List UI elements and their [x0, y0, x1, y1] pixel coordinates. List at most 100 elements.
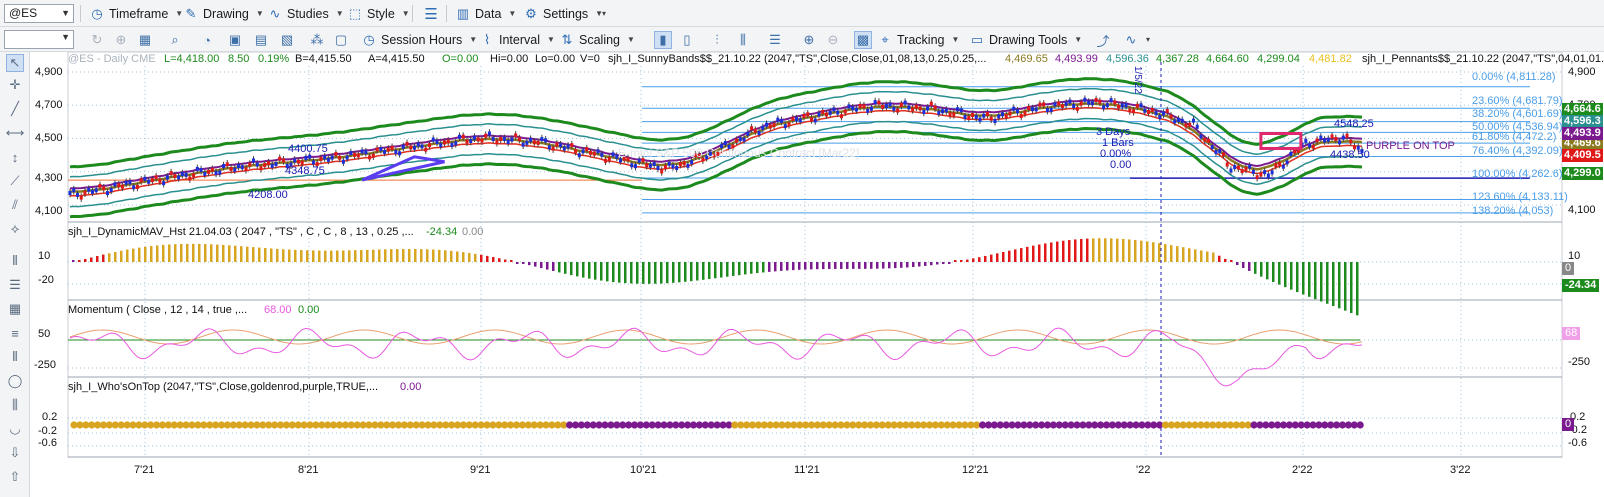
- bar-style-icon[interactable]: ⫶: [708, 31, 726, 49]
- candle-body: [1165, 108, 1169, 113]
- pointer-icon[interactable]: ↖: [6, 54, 24, 72]
- price-annotation: 4548.25: [1334, 118, 1374, 130]
- candle-body: [1319, 135, 1323, 140]
- candle-body: [892, 106, 896, 111]
- dmav-bar: [684, 262, 687, 282]
- dmav-bar: [678, 262, 681, 283]
- zoom-in-icon[interactable]: ⊕: [800, 31, 818, 49]
- pencil-icon: ✎: [185, 5, 197, 21]
- dmav-bar: [1074, 239, 1077, 262]
- price-tick: 4,500: [35, 132, 63, 144]
- candle-body: [881, 104, 885, 109]
- window-icon[interactable]: ▢: [332, 31, 350, 49]
- fib-ext-icon[interactable]: ☰: [6, 276, 24, 294]
- fib-icon[interactable]: ⦀: [6, 252, 24, 270]
- gauge-icon[interactable]: ◔: [198, 31, 216, 49]
- chevron-down-icon[interactable]: ▼: [61, 32, 70, 42]
- price-badge: 4,493.9: [1562, 127, 1603, 140]
- momentum-tick-right: -250: [1568, 356, 1591, 368]
- chevron-down-icon[interactable]: ▼: [61, 5, 70, 22]
- vertical-line-icon[interactable]: ↕: [6, 148, 24, 166]
- scaling-button[interactable]: ⇅ Scaling ▼: [556, 29, 638, 50]
- overflow-button[interactable]: ▾: [596, 3, 609, 24]
- tracking-button[interactable]: ⌖ Tracking ▼: [874, 29, 962, 50]
- drawing-button[interactable]: ✎ Drawing ▼: [180, 3, 267, 24]
- candle-body: [933, 105, 937, 110]
- layout-icon[interactable]: ☰: [766, 31, 784, 49]
- time-zones-icon[interactable]: ⫼: [6, 396, 24, 414]
- gann-icon[interactable]: ▦: [6, 300, 24, 318]
- dmav-bar: [156, 245, 159, 262]
- refresh-icon[interactable]: ↻: [88, 31, 106, 49]
- arc-icon[interactable]: ◡: [6, 420, 24, 438]
- candle-body: [296, 159, 300, 164]
- interval-button[interactable]: ⌇ Interval ▼: [476, 29, 558, 50]
- chevron-down-icon: ▼: [1074, 35, 1083, 44]
- data-button[interactable]: ▥ Data ▼: [452, 3, 519, 24]
- candle-body: [506, 139, 510, 144]
- trendline-ext-icon[interactable]: ⟋: [6, 172, 24, 190]
- dmav-bar: [336, 250, 339, 262]
- clock-icon: ◷: [363, 31, 375, 47]
- timeframe-button[interactable]: ◷ Timeframe ▼: [86, 3, 186, 24]
- symbol-input[interactable]: @ES ▼: [4, 4, 74, 23]
- candle-body: [656, 166, 660, 171]
- cycle-icon[interactable]: ⫴: [6, 348, 24, 366]
- crosshair-grid-icon[interactable]: ▩: [854, 31, 872, 49]
- grid-icon[interactable]: ▦: [136, 31, 154, 49]
- dmav-bar: [606, 262, 609, 282]
- dmav-bar: [504, 259, 507, 262]
- ellipse-icon[interactable]: ◯: [6, 372, 24, 390]
- candlestick-icon[interactable]: ▮: [654, 31, 672, 49]
- candle-body: [611, 152, 615, 157]
- drawing-tools-button[interactable]: ▭ Drawing Tools ▼: [966, 29, 1085, 50]
- ohlc-icon[interactable]: ⫼: [734, 31, 752, 49]
- link-icon[interactable]: ⊕: [112, 31, 130, 49]
- chevron-down-icon: ▼: [951, 35, 960, 44]
- price-tick: 4,100: [35, 205, 63, 217]
- chart-image-icon[interactable]: ▣: [226, 31, 244, 49]
- chevron-down-icon: ▼: [401, 9, 410, 18]
- time-axis-label: 12'21: [962, 464, 989, 476]
- analysis-button[interactable]: ∿ ▾: [1120, 29, 1153, 50]
- candle-body: [742, 137, 746, 142]
- studies-button[interactable]: ∿ Studies ▼: [264, 3, 347, 24]
- dmav-bar: [672, 262, 675, 283]
- dmav-bar: [1002, 251, 1005, 262]
- settings-button[interactable]: ⚙ Settings ▼: [520, 3, 606, 24]
- dmav-bar: [930, 262, 933, 266]
- ruler-icon[interactable]: ⟡: [6, 220, 24, 238]
- add-chart-icon[interactable]: ⤴: [1094, 31, 1112, 49]
- candle-body: [660, 169, 664, 174]
- chart-area[interactable]: @ES - Daily CME L=4,418.00 8.50 0.19% B=…: [30, 52, 1604, 497]
- candle-body: [1113, 100, 1117, 105]
- trendline-icon[interactable]: ╱: [6, 100, 24, 118]
- candle-body: [128, 180, 132, 185]
- dmav-bar: [90, 257, 93, 262]
- dmav-bar: [216, 244, 219, 262]
- candle-body: [914, 104, 918, 109]
- nodes-icon[interactable]: ⁂: [308, 31, 326, 49]
- interval-input[interactable]: ▼: [4, 30, 74, 49]
- chart-window-icon[interactable]: ▤: [252, 31, 270, 49]
- candle-body: [68, 191, 72, 196]
- dmav-bar: [948, 262, 951, 264]
- price-annotation: 4438.50: [1330, 149, 1370, 161]
- arrow-up-icon[interactable]: ⇧: [6, 468, 24, 486]
- hollow-candle-icon[interactable]: ▯: [678, 31, 696, 49]
- candle-body: [911, 107, 915, 112]
- crosshair-icon[interactable]: ✛: [6, 76, 24, 94]
- style-button[interactable]: ⬚ Style ▼: [344, 3, 413, 24]
- layout-button[interactable]: ☰: [420, 3, 442, 24]
- dmav-bar: [744, 262, 747, 275]
- levels-icon[interactable]: ≡: [6, 324, 24, 342]
- horizontal-line-icon[interactable]: ⟷: [6, 124, 25, 142]
- arrow-down-icon[interactable]: ⇩: [6, 444, 24, 462]
- zoom-find-icon[interactable]: ⌕: [166, 31, 184, 49]
- channel-icon[interactable]: ⫽: [6, 196, 24, 214]
- zoom-out-icon[interactable]: ⊖: [824, 31, 842, 49]
- dmav-bar: [906, 262, 909, 268]
- chart-compare-icon[interactable]: ▧: [278, 31, 296, 49]
- session-hours-button[interactable]: ◷ Session Hours ▼: [358, 29, 480, 50]
- candle-body: [1143, 108, 1147, 113]
